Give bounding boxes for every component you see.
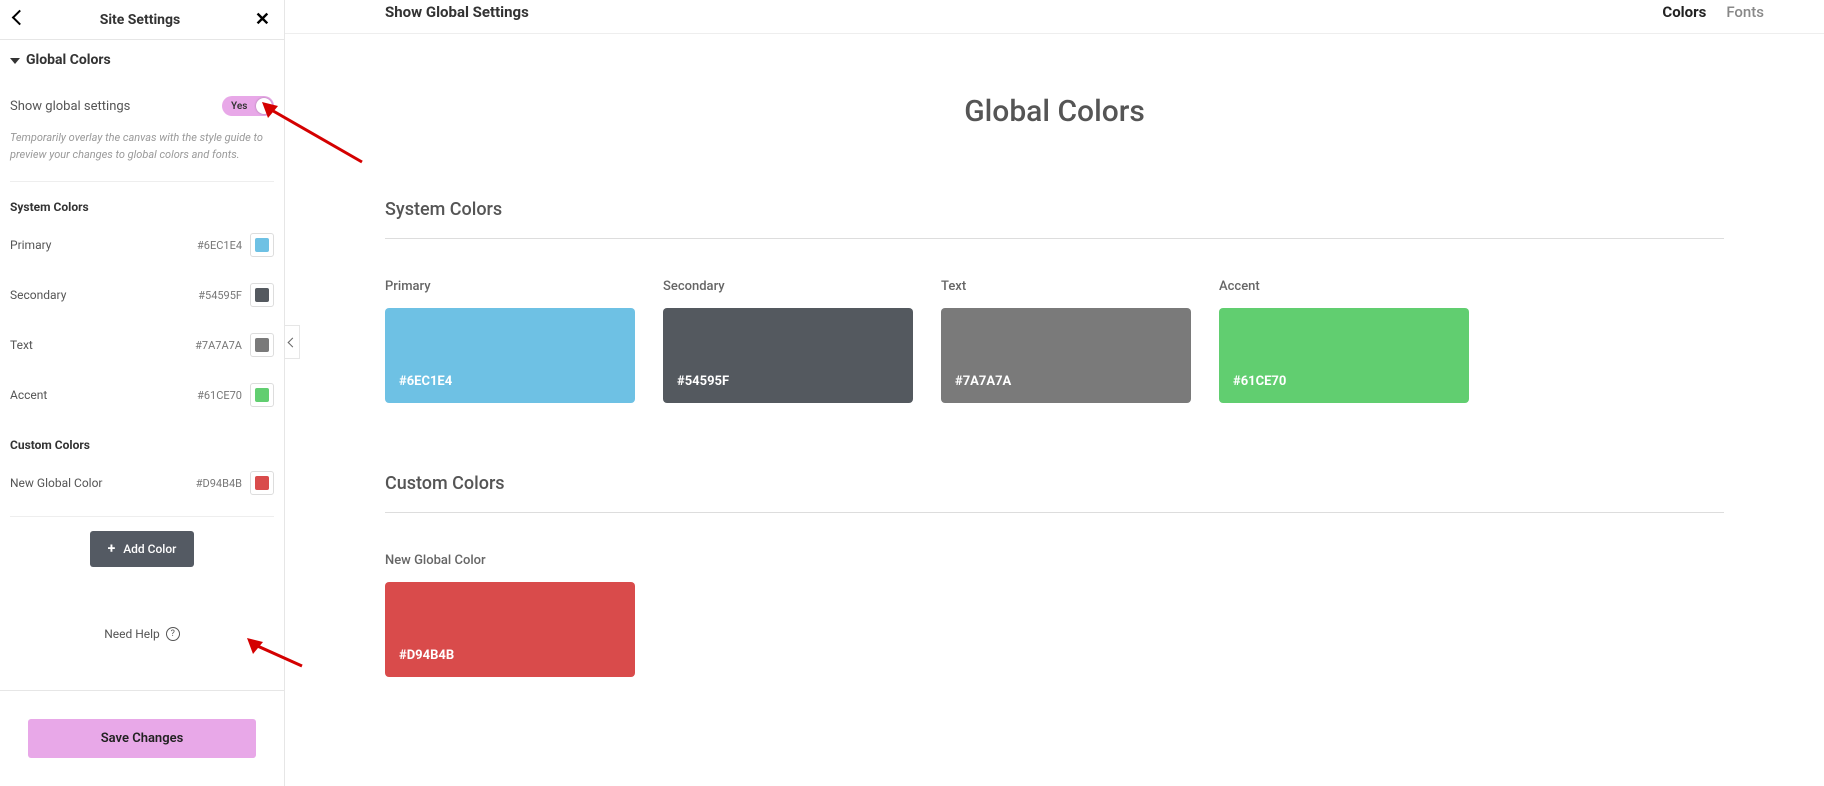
color-chip	[255, 238, 269, 252]
chevron-left-icon	[14, 12, 25, 27]
system-colors-list: Primary#6EC1E4Secondary#54595FText#7A7A7…	[10, 220, 274, 420]
color-name: Text	[10, 338, 195, 352]
color-card: New Global Color #D94B4B	[385, 553, 635, 677]
main-heading: Global Colors	[385, 94, 1724, 129]
need-help-link[interactable]: Need Help ?	[10, 627, 274, 641]
tab-colors[interactable]: Colors	[1662, 3, 1706, 21]
sidebar-header: Site Settings	[0, 0, 284, 40]
color-card-swatch[interactable]: #D94B4B	[385, 582, 635, 677]
color-swatch[interactable]	[250, 283, 274, 307]
color-swatch[interactable]	[250, 233, 274, 257]
color-card: Secondary #54595F	[663, 279, 913, 403]
main-body: Global Colors System Colors Primary #6EC1…	[285, 34, 1824, 786]
color-card-label: New Global Color	[385, 553, 635, 568]
toggle-show-global-settings: Show global settings Yes	[10, 96, 274, 116]
custom-colors-title: Custom Colors	[10, 438, 274, 452]
add-color-button[interactable]: Add Color	[90, 531, 195, 567]
custom-colors-list: New Global Color#D94B4B	[10, 458, 274, 508]
color-name: Accent	[10, 388, 197, 402]
color-hex: #54595F	[198, 289, 242, 302]
color-swatch[interactable]	[250, 333, 274, 357]
tab-fonts[interactable]: Fonts	[1726, 3, 1764, 21]
need-help-label: Need Help	[104, 627, 160, 641]
color-hex: #D94B4B	[196, 477, 242, 490]
main-custom-colors-title: Custom Colors	[385, 473, 1724, 513]
color-hex: #6EC1E4	[197, 239, 242, 252]
color-card: Accent #61CE70	[1219, 279, 1469, 403]
sidebar: Site Settings Global Colors Show global …	[0, 0, 285, 786]
back-button[interactable]	[10, 8, 29, 31]
sidebar-title: Site Settings	[100, 12, 181, 28]
help-text: Temporarily overlay the canvas with the …	[10, 130, 274, 182]
color-hex: #7A7A7A	[195, 339, 242, 352]
save-button[interactable]: Save Changes	[28, 719, 256, 758]
close-icon	[255, 9, 270, 30]
plus-icon	[108, 541, 116, 557]
main-panel: Show Global Settings Colors Fonts Global …	[285, 0, 1824, 786]
color-swatch[interactable]	[250, 471, 274, 495]
toggle-knob	[256, 98, 272, 114]
sidebar-body: Global Colors Show global settings Yes T…	[0, 40, 284, 690]
color-card-swatch[interactable]: #7A7A7A	[941, 308, 1191, 403]
toggle-state-label: Yes	[231, 101, 247, 112]
color-name: New Global Color	[10, 476, 196, 490]
system-colors-title: System Colors	[10, 200, 274, 214]
color-hex: #61CE70	[197, 389, 242, 402]
color-name: Primary	[10, 238, 197, 252]
color-chip	[255, 476, 269, 490]
color-card: Text #7A7A7A	[941, 279, 1191, 403]
color-card-swatch[interactable]: #6EC1E4	[385, 308, 635, 403]
color-card-swatch[interactable]: #54595F	[663, 308, 913, 403]
color-card-label: Primary	[385, 279, 635, 294]
color-card: Primary #6EC1E4	[385, 279, 635, 403]
color-chip	[255, 388, 269, 402]
color-row[interactable]: Text#7A7A7A	[10, 320, 274, 370]
section-label: Global Colors	[26, 52, 111, 68]
toggle-switch[interactable]: Yes	[222, 96, 274, 116]
color-row[interactable]: New Global Color#D94B4B	[10, 458, 274, 508]
main-system-colors-title: System Colors	[385, 199, 1724, 239]
add-color-row: Add Color	[10, 516, 274, 567]
color-row[interactable]: Accent#61CE70	[10, 370, 274, 420]
color-card-label: Text	[941, 279, 1191, 294]
color-swatch[interactable]	[250, 383, 274, 407]
save-label: Save Changes	[101, 731, 184, 746]
main-header: Show Global Settings Colors Fonts	[285, 0, 1824, 34]
custom-colors-grid: New Global Color #D94B4B	[385, 553, 1724, 677]
system-colors-grid: Primary #6EC1E4 Secondary #54595F Text #7A7A7…	[385, 279, 1724, 403]
chevron-down-icon	[10, 52, 20, 68]
color-chip	[255, 288, 269, 302]
sidebar-footer: Save Changes	[0, 690, 284, 786]
toggle-label: Show global settings	[10, 99, 130, 114]
color-row[interactable]: Primary#6EC1E4	[10, 220, 274, 270]
add-color-label: Add Color	[123, 542, 176, 556]
color-name: Secondary	[10, 288, 198, 302]
color-row[interactable]: Secondary#54595F	[10, 270, 274, 320]
help-icon: ?	[166, 627, 180, 641]
section-global-colors[interactable]: Global Colors	[10, 52, 274, 68]
color-chip	[255, 338, 269, 352]
color-card-swatch[interactable]: #61CE70	[1219, 308, 1469, 403]
tabs: Colors Fonts	[1662, 3, 1764, 21]
close-button[interactable]	[251, 5, 274, 34]
color-card-label: Accent	[1219, 279, 1469, 294]
page-title: Show Global Settings	[385, 3, 529, 21]
color-card-label: Secondary	[663, 279, 913, 294]
